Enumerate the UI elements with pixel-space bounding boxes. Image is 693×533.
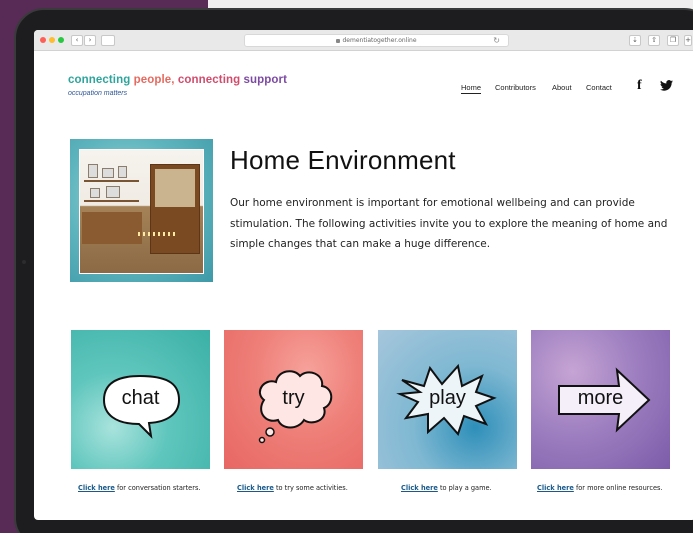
tile-label-more: more (577, 387, 624, 409)
sideboard (82, 212, 142, 244)
caption-text: to try some activities. (273, 484, 348, 492)
click-here-link[interactable]: Click here (537, 484, 574, 492)
brand-word: people, (133, 74, 175, 86)
picture-frame (88, 164, 98, 178)
shelf (84, 200, 139, 202)
caption-text: for conversation starters. (114, 484, 201, 492)
fairy-lights (138, 232, 178, 236)
nav-contact[interactable]: Contact (586, 83, 612, 92)
click-here-link[interactable]: Click here (78, 484, 115, 492)
close-window-dot[interactable] (40, 37, 46, 43)
shelf (84, 180, 139, 182)
url-text: dementiatogether.online (342, 37, 417, 44)
new-tab-icon[interactable]: + (684, 35, 692, 46)
minimize-window-dot[interactable] (49, 37, 55, 43)
tile-label-play: play (429, 387, 466, 409)
ipad-screen: ‹ › dementiatogether.online ↻ ⇣ ⇧ ❐ + co… (34, 30, 693, 520)
brand-word: support (243, 74, 288, 86)
reload-icon[interactable]: ↻ (493, 36, 500, 46)
picture-frame (102, 168, 114, 178)
caption-text: for more online resources. (573, 484, 663, 492)
site-brand[interactable]: connecting people, connecting support (68, 74, 287, 86)
nav-about[interactable]: About (552, 83, 572, 92)
address-bar[interactable]: dementiatogether.online ↻ (244, 34, 509, 47)
share-icon[interactable]: ⇧ (648, 35, 660, 46)
nav-home[interactable]: Home (461, 83, 482, 94)
picture-frame (118, 166, 127, 178)
tabs-icon[interactable]: ❐ (667, 35, 679, 46)
ipad-frame: ‹ › dementiatogether.online ↻ ⇣ ⇧ ❐ + co… (14, 8, 693, 533)
nav-contributors[interactable]: Contributors (495, 83, 536, 92)
twitter-icon[interactable] (660, 80, 673, 91)
cabinet (150, 164, 200, 254)
download-icon[interactable]: ⇣ (629, 35, 641, 46)
click-here-link[interactable]: Click here (401, 484, 438, 492)
tile-chat[interactable]: chat (71, 330, 210, 469)
browser-toolbar: ‹ › dementiatogether.online ↻ ⇣ ⇧ ❐ + (34, 30, 693, 51)
hero-image (79, 149, 204, 274)
tile-label-try: try (282, 387, 305, 409)
back-button[interactable]: ‹ (71, 35, 83, 46)
caption-chat: Click here for conversation starters. (78, 484, 200, 492)
camera-dot (22, 260, 26, 264)
caption-play: Click here to play a game. (401, 484, 492, 492)
page-intro: Our home environment is important for em… (230, 197, 668, 250)
picture-frame (106, 186, 120, 198)
tile-label-chat: chat (121, 387, 160, 409)
picture-frame (90, 188, 100, 198)
caption-try: Click here to try some activities. (237, 484, 348, 492)
click-here-link[interactable]: Click here (237, 484, 274, 492)
maximize-window-dot[interactable] (58, 37, 64, 43)
caption-more: Click here for more online resources. (537, 484, 663, 492)
sidebar-toggle-icon[interactable] (101, 35, 115, 46)
tile-more[interactable]: more (531, 330, 670, 469)
site-tagline: occupation matters (68, 90, 128, 97)
forward-button[interactable]: › (84, 35, 96, 46)
brand-word: connecting (68, 74, 131, 86)
facebook-icon[interactable]: f (637, 78, 642, 94)
page-title: Home Environment (230, 145, 456, 175)
lock-icon (336, 38, 341, 43)
tile-try[interactable]: try (224, 330, 363, 469)
caption-text: to play a game. (437, 484, 492, 492)
brand-word: connecting (177, 74, 241, 86)
tile-play[interactable]: play (378, 330, 517, 469)
